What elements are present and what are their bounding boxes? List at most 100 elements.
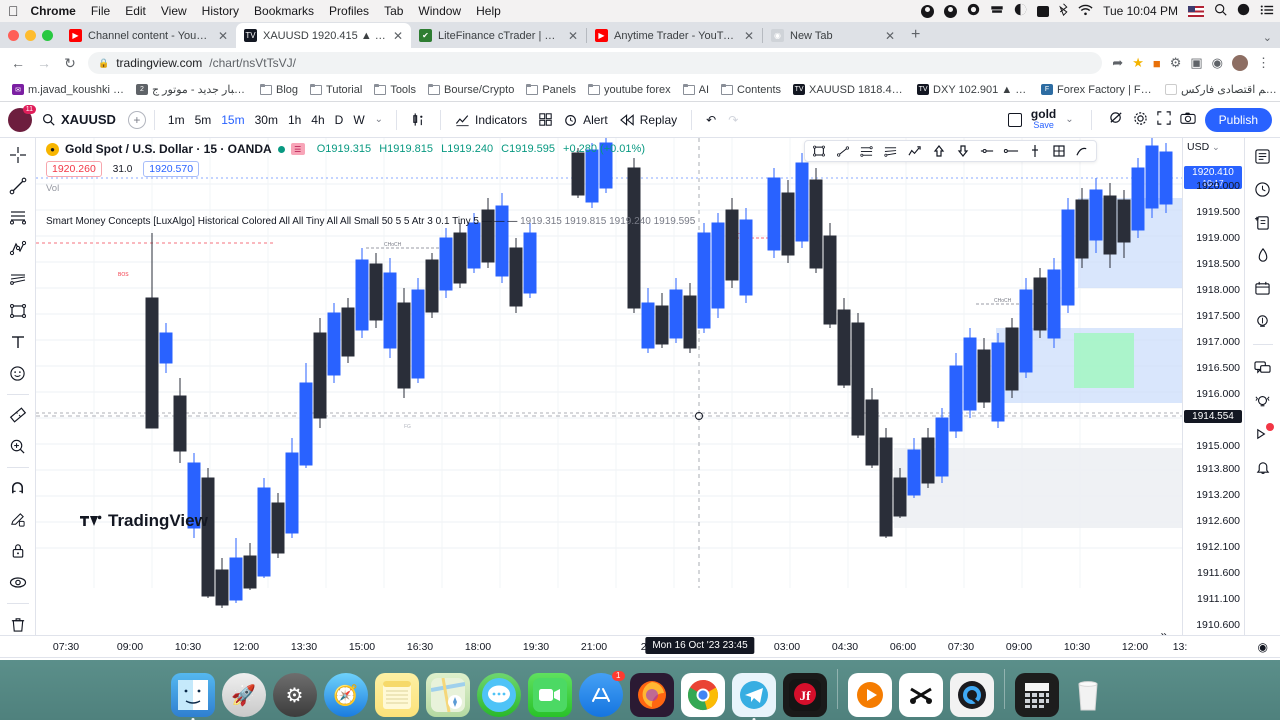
pitchfork-icon[interactable]: [7, 238, 29, 259]
horizontal-ray-icon[interactable]: [976, 142, 997, 160]
close-icon[interactable]: ✕: [568, 29, 578, 43]
extension-icon-2[interactable]: ⚙: [1170, 55, 1182, 71]
browser-tab[interactable]: ▶ Anytime Trader - YouTube ✕: [587, 23, 762, 48]
scroll-to-realtime-button[interactable]: »: [1154, 625, 1174, 635]
bookmark-item[interactable]: AI: [678, 82, 714, 98]
settings-gear-icon[interactable]: [1133, 111, 1148, 129]
layout-icon[interactable]: [1007, 112, 1022, 127]
timezone-settings-icon[interactable]: ◉: [1258, 640, 1268, 654]
data-window-icon[interactable]: [1253, 212, 1273, 232]
statusbar-app-icon-2[interactable]: [944, 4, 958, 18]
chat-icon[interactable]: [1253, 358, 1273, 378]
timeframe-15m[interactable]: 15m: [216, 110, 249, 130]
timeframe-1m[interactable]: 1m: [163, 110, 190, 130]
bookmark-item[interactable]: $ تقویم اقتصادی فارکس: [1160, 81, 1280, 98]
close-icon[interactable]: ✕: [885, 29, 895, 43]
add-symbol-button[interactable]: +: [127, 110, 146, 129]
chart-canvas[interactable]: CHoCH CHoCH CHoCH FG BOS: [36, 138, 1182, 635]
quick-search-icon[interactable]: [1109, 111, 1124, 129]
brush-tool-icon[interactable]: [1072, 142, 1093, 160]
menu-bookmarks[interactable]: Bookmarks: [254, 4, 314, 18]
chart-type-button[interactable]: [405, 109, 432, 130]
measure-ruler-icon[interactable]: [7, 405, 29, 426]
trend-line-icon[interactable]: [7, 175, 29, 196]
rectangle-shape-icon[interactable]: [7, 300, 29, 321]
text-tool-icon[interactable]: [7, 331, 29, 352]
bluetooth-icon[interactable]: [1059, 3, 1068, 19]
launchpad-icon[interactable]: 🚀: [221, 673, 266, 717]
close-icon[interactable]: ✕: [218, 29, 228, 43]
calendar-icon[interactable]: [1253, 278, 1273, 298]
price-scale[interactable]: USD ⌄ 1920.410 10:17 1920.000 1919.500 19…: [1182, 138, 1244, 635]
reload-button[interactable]: ↻: [62, 55, 78, 72]
messages-icon[interactable]: [476, 673, 521, 717]
redo-button[interactable]: ↷: [722, 110, 744, 130]
ideas-stream-icon[interactable]: [1253, 391, 1273, 411]
bookmark-item[interactable]: Panels: [521, 82, 581, 98]
wifi-icon[interactable]: [1078, 4, 1093, 19]
remove-drawings-trash-icon[interactable]: [7, 614, 29, 635]
replay-button[interactable]: Replay: [614, 110, 683, 130]
watchlist-icon[interactable]: [1253, 146, 1273, 166]
short-position-arrow-icon[interactable]: [952, 142, 973, 160]
vlc-player-icon[interactable]: [847, 673, 892, 717]
apple-menu-icon[interactable]: : [8, 4, 19, 18]
profile-avatar[interactable]: [1232, 55, 1248, 71]
forward-button[interactable]: →: [36, 55, 52, 71]
jf-app-icon[interactable]: Jf: [782, 673, 827, 717]
menu-window[interactable]: Window: [418, 4, 461, 18]
menu-history[interactable]: History: [202, 4, 239, 18]
menu-chrome[interactable]: Chrome: [31, 4, 76, 18]
control-center-list-icon[interactable]: [1260, 4, 1274, 19]
display-icon[interactable]: [990, 3, 1004, 19]
timeframe-4h[interactable]: 4h: [306, 110, 329, 130]
horizontal-line-icon[interactable]: [1000, 142, 1021, 160]
timeframe-w[interactable]: W: [348, 110, 369, 130]
timeframe-5m[interactable]: 5m: [190, 110, 217, 130]
share-icon[interactable]: ➦: [1112, 55, 1123, 71]
finder-icon[interactable]: [170, 673, 215, 720]
address-bar[interactable]: 🔒 tradingview.com/chart/nsVtTsVJ/: [88, 52, 1103, 74]
long-position-arrow-icon[interactable]: [928, 142, 949, 160]
timeframe-d[interactable]: D: [330, 110, 349, 130]
quicktime-icon[interactable]: [949, 673, 994, 717]
alerts-clock-icon[interactable]: [1253, 179, 1273, 199]
bookmark-item[interactable]: youtube forex: [583, 82, 676, 98]
lock-drawings-icon[interactable]: [7, 540, 29, 561]
menu-tab[interactable]: Tab: [384, 4, 403, 18]
browser-tab-active[interactable]: TV XAUUSD 1920.415 ▲ +0.01% ✕: [236, 23, 411, 48]
firefox-icon[interactable]: [629, 673, 674, 717]
vertical-line-icon[interactable]: [1024, 142, 1045, 160]
bookmark-item[interactable]: Contents: [716, 82, 786, 98]
alert-button[interactable]: Alert: [558, 110, 614, 130]
browser-tab[interactable]: ▶ Channel content - YouTube St ✕: [61, 23, 236, 48]
safari-icon[interactable]: 🧭: [323, 673, 368, 717]
undo-button[interactable]: ↶: [700, 110, 722, 130]
zigzag-tool-icon[interactable]: [904, 142, 925, 160]
screen-mirror-icon[interactable]: [967, 3, 980, 19]
back-button[interactable]: ←: [10, 55, 26, 71]
save-layout-button[interactable]: gold Save: [1031, 108, 1056, 130]
notifications-bell-icon[interactable]: [1253, 457, 1273, 477]
gann-fan-icon[interactable]: [7, 269, 29, 290]
menu-help[interactable]: Help: [476, 4, 501, 18]
siri-icon[interactable]: [1237, 3, 1250, 19]
publish-button[interactable]: Publish: [1204, 107, 1272, 132]
extension-icon-3[interactable]: ▣: [1190, 55, 1202, 71]
measure-box-icon[interactable]: [1048, 142, 1069, 160]
bookmark-item[interactable]: F Forex Factory | Fo...: [1036, 82, 1158, 98]
extension-icon-4[interactable]: ◉: [1212, 55, 1223, 71]
chevron-down-icon[interactable]: ⌄: [370, 111, 388, 128]
statusbar-app-icon-1[interactable]: [921, 4, 935, 18]
maps-icon[interactable]: [425, 673, 470, 717]
extension-icon-1[interactable]: ■: [1153, 56, 1161, 71]
close-icon[interactable]: ✕: [393, 29, 403, 43]
cursor-cross-icon[interactable]: [7, 144, 29, 165]
rectangle-tool-icon[interactable]: [808, 142, 829, 160]
chevron-down-icon[interactable]: ⌄: [1065, 114, 1073, 125]
magnet-icon[interactable]: [7, 478, 29, 499]
trash-icon[interactable]: [1066, 673, 1110, 717]
bookmark-item[interactable]: Bourse/Crypto: [423, 82, 519, 98]
menu-profiles[interactable]: Profiles: [329, 4, 369, 18]
bookmark-item[interactable]: TV DXY 102.901 ▲ +0...: [912, 82, 1034, 98]
